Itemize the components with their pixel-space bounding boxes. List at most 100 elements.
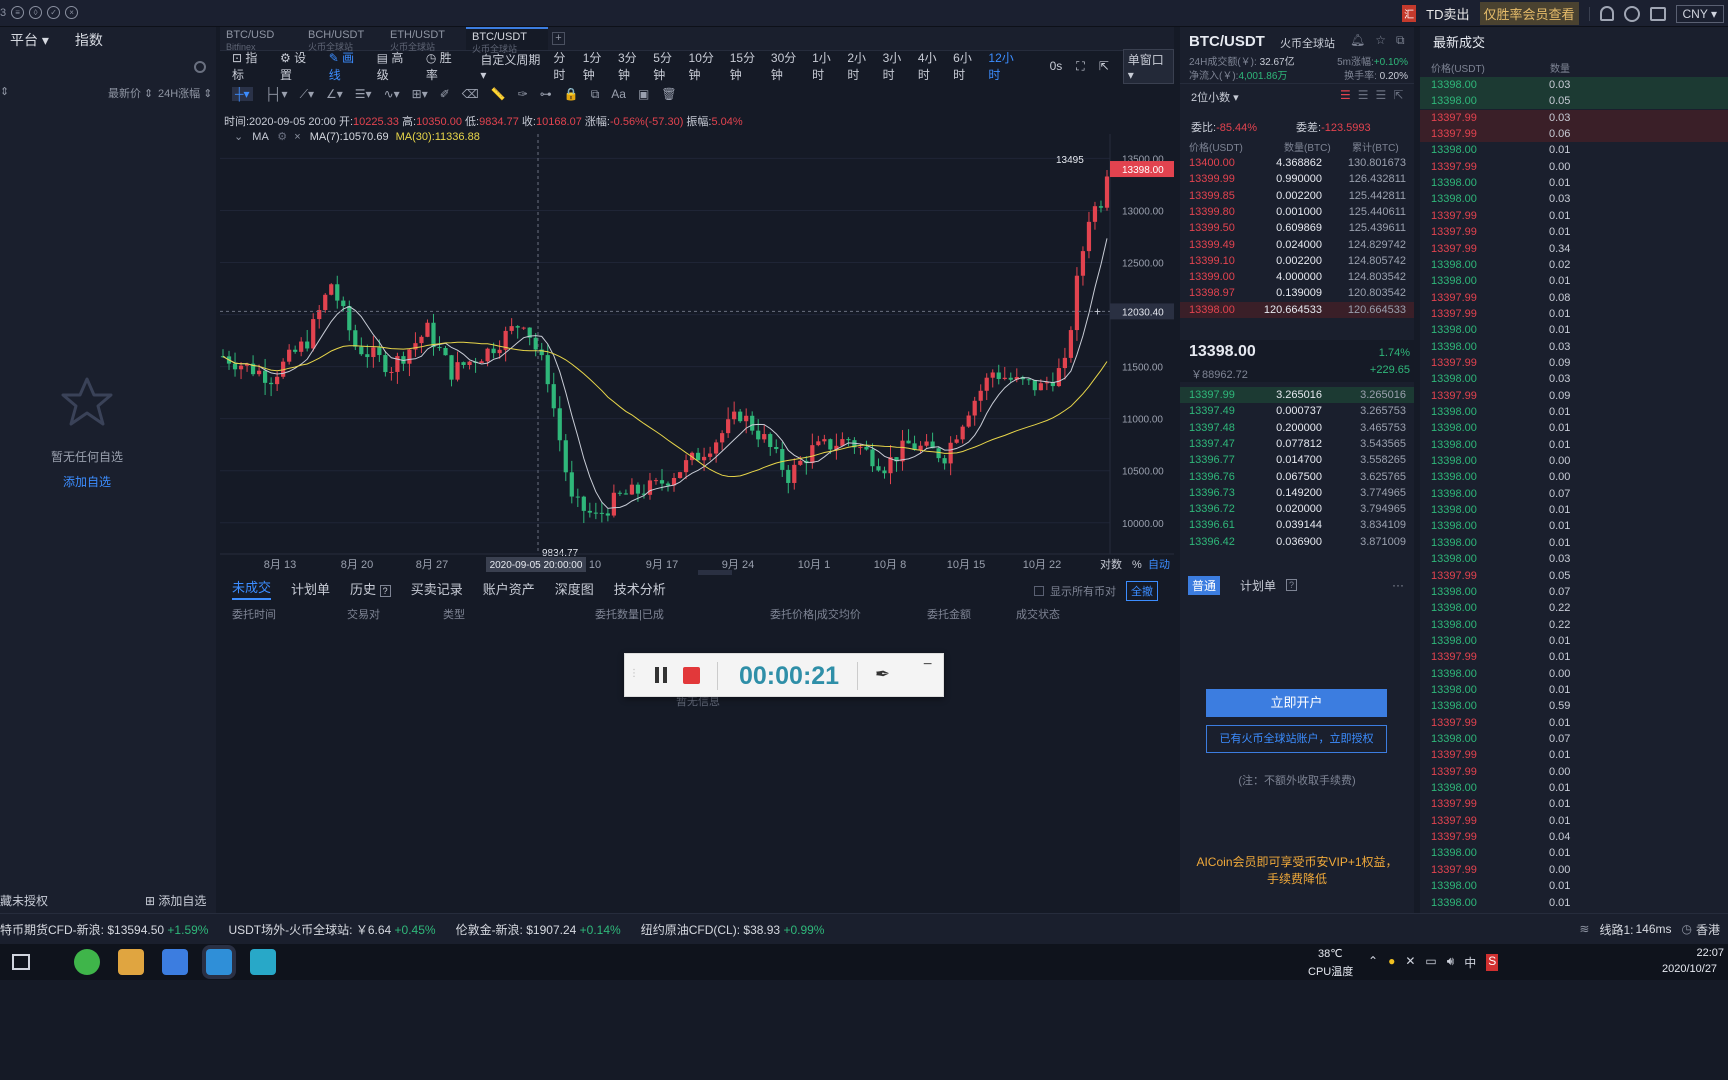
clock-time[interactable]: 22:07 xyxy=(1696,947,1724,959)
single-window-select[interactable]: 单窗口 ▾ xyxy=(1122,48,1175,84)
close-circle-icon[interactable]: × xyxy=(65,6,79,19)
layout-asks-icon[interactable]: ☰ xyxy=(1376,88,1387,102)
auto-scale-toggle[interactable]: 自动 xyxy=(1148,558,1170,571)
bid-row[interactable]: 13397.47 0.077812 3.543565 xyxy=(1180,436,1414,452)
check-icon[interactable]: ✓ xyxy=(47,6,61,19)
tray-app-icon[interactable]: ● xyxy=(1388,954,1395,971)
decimals-select[interactable]: 2位小数 ▾ xyxy=(1191,89,1239,105)
cancel-all-button[interactable]: 全撤 xyxy=(1126,581,1158,601)
volume-icon[interactable]: 🔊︎ xyxy=(1447,954,1455,971)
favorite-star-icon[interactable]: ☆ xyxy=(1375,33,1386,48)
price-chart[interactable]: 13500.0013000.0012500.0012000.0011500.00… xyxy=(220,134,1174,574)
settings-icon[interactable] xyxy=(194,61,206,73)
period-12[interactable]: 12小时 xyxy=(988,49,1021,83)
bid-row[interactable]: 13396.61 0.039144 3.834109 xyxy=(1180,517,1414,533)
period-5[interactable]: 15分钟 xyxy=(730,49,763,83)
angle-icon[interactable]: ∠▾ xyxy=(326,87,343,101)
grid-icon[interactable]: ⊞▾ xyxy=(412,87,428,101)
ask-row[interactable]: 13399.00 4.000000 124.803542 xyxy=(1180,269,1414,285)
ticker-item[interactable]: USDT场外-火币全球站: ￥6.64 +0.45% xyxy=(228,921,435,938)
chart-tab-btcusdt[interactable]: BTC/USDT 火币全球站 xyxy=(466,27,548,54)
bid-row[interactable]: 13396.73 0.149200 3.774965 xyxy=(1180,485,1414,501)
chart-tab-btcusd[interactable]: BTC/USD Bitfinex xyxy=(220,27,302,52)
screenshot-icon[interactable]: ▣ xyxy=(638,87,649,101)
tab-open-orders[interactable]: 未成交 xyxy=(232,577,272,600)
bid-row[interactable]: 13396.76 0.067500 3.625765 xyxy=(1180,469,1414,485)
aicoin-app-icon[interactable] xyxy=(206,949,232,975)
marker-icon[interactable]: ✑ xyxy=(518,87,528,101)
ticker-item[interactable]: 特币期货CFD-新浪: $13594.50 +1.59% xyxy=(0,921,208,938)
ask-row[interactable]: 13399.80 0.001000 125.440611 xyxy=(1180,204,1414,220)
period-4[interactable]: 10分钟 xyxy=(689,49,722,83)
tray-x-icon[interactable]: ✕ xyxy=(1405,954,1415,971)
help-icon[interactable]: ? xyxy=(1286,579,1298,591)
bid-row[interactable]: 13397.99 3.265016 3.265016 xyxy=(1180,387,1414,403)
settings-button[interactable]: ⚙ 设置 xyxy=(280,49,315,83)
currency-select[interactable]: CNY ▾ xyxy=(1675,4,1724,23)
sort-arrows-icon[interactable]: ⇕ xyxy=(0,85,9,98)
ticker-item[interactable]: 伦敦金-新浪: $1907.24 +0.14% xyxy=(456,921,621,938)
bid-row[interactable]: 13397.49 0.000737 3.265753 xyxy=(1180,403,1414,419)
ask-row[interactable]: 13398.97 0.139009 120.803542 xyxy=(1180,285,1414,301)
trade-tab-plan[interactable]: 计划单 xyxy=(1240,577,1276,594)
eraser-icon[interactable]: ⌫ xyxy=(462,87,479,101)
layout-both-icon[interactable]: ☰ xyxy=(1340,88,1351,102)
stop-button[interactable] xyxy=(683,667,700,684)
add-watchlist-link[interactable]: 添加自选 xyxy=(0,473,174,490)
indicator-button[interactable]: ⊡ 指标 xyxy=(232,49,266,83)
network-icon[interactable]: ▭ xyxy=(1425,954,1436,971)
feishu-app-icon[interactable] xyxy=(162,949,188,975)
pin-icon[interactable]: ≡ xyxy=(11,6,25,19)
search-icon[interactable] xyxy=(1623,5,1640,22)
layout-bids-icon[interactable]: ☰ xyxy=(1358,88,1369,102)
zero-seconds[interactable]: 0s xyxy=(1050,59,1063,73)
period-7[interactable]: 1小时 xyxy=(812,49,839,83)
log-scale-toggle[interactable]: 对数 xyxy=(1100,557,1122,571)
tab-tech-analysis[interactable]: 技术分析 xyxy=(614,579,666,598)
tab-platform[interactable]: 平台 ▾ xyxy=(10,30,49,50)
ticker-item[interactable]: 纽约原油CFD(CL): $38.93 +0.99% xyxy=(641,921,825,938)
period-8[interactable]: 2小时 xyxy=(847,49,874,83)
segment-icon[interactable]: ├┤▾ xyxy=(265,87,288,101)
share-icon[interactable]: ⧉ xyxy=(1396,33,1405,48)
line-label[interactable]: 线路1: xyxy=(1599,921,1633,938)
ask-row[interactable]: 13399.85 0.002200 125.442811 xyxy=(1180,188,1414,204)
ime-label[interactable]: 中 xyxy=(1464,954,1476,971)
bid-row[interactable]: 13397.48 0.200000 3.465753 xyxy=(1180,420,1414,436)
period-2[interactable]: 3分钟 xyxy=(618,49,645,83)
ask-row[interactable]: 13398.00 120.664533 120.664533 xyxy=(1180,301,1414,318)
winrate-button[interactable]: ◷ 胜率 xyxy=(426,49,460,83)
open-account-button[interactable]: 立即开户 xyxy=(1206,689,1387,717)
pause-button[interactable] xyxy=(655,667,667,683)
period-3[interactable]: 5分钟 xyxy=(653,49,680,83)
measure-icon[interactable]: ⊶ xyxy=(540,87,552,101)
tab-plan-orders[interactable]: 计划单 xyxy=(291,579,330,598)
promo-line-1[interactable]: AICoin会员即可享受币安VIP+1权益， xyxy=(1180,853,1414,870)
period-9[interactable]: 3小时 xyxy=(883,49,910,83)
tab-depth-chart[interactable]: 深度图 xyxy=(555,579,594,598)
show-all-checkbox[interactable] xyxy=(1034,586,1044,596)
tab-index[interactable]: 指数 xyxy=(75,30,103,50)
ask-row[interactable]: 13399.50 0.609869 125.439611 xyxy=(1180,220,1414,236)
media-app-icon[interactable] xyxy=(118,949,144,975)
bid-row[interactable]: 13396.42 0.036900 3.871009 xyxy=(1180,534,1414,550)
trade-tab-normal[interactable]: 普通 xyxy=(1188,575,1221,595)
authorize-button[interactable]: 已有火币全球站账户，立即授权 xyxy=(1206,725,1387,753)
ask-row[interactable]: 13399.49 0.024000 124.829742 xyxy=(1180,237,1414,253)
fullscreen-icon[interactable]: ⛶ xyxy=(1076,59,1084,74)
drag-grip-icon[interactable]: ⋮ xyxy=(629,668,639,679)
tab-account-assets[interactable]: 账户资产 xyxy=(483,579,535,598)
browser-app-icon[interactable] xyxy=(74,949,100,975)
chart-tab-bchusdt[interactable]: BCH/USDT 火币全球站 xyxy=(302,27,384,52)
recorder-app-icon[interactable] xyxy=(250,949,276,975)
ask-row[interactable]: 13400.00 4.368862 130.801673 xyxy=(1180,155,1414,171)
exit-icon[interactable]: ⇱ xyxy=(1099,59,1109,73)
td-sell-label[interactable]: TD卖出 xyxy=(1426,4,1469,23)
custom-period-select[interactable]: 自定义周期 ▾ xyxy=(480,51,543,82)
chart-tab-ethusdt[interactable]: ETH/USDT 火币全球站 xyxy=(384,27,466,52)
alert-bell-icon[interactable]: 🔔︎ xyxy=(1350,33,1365,48)
bid-row[interactable]: 13396.72 0.020000 3.794965 xyxy=(1180,501,1414,517)
tab-trade-records[interactable]: 买卖记录 xyxy=(411,579,463,598)
period-1[interactable]: 1分钟 xyxy=(583,49,610,83)
ray-icon[interactable]: ⟋▾ xyxy=(300,87,314,102)
